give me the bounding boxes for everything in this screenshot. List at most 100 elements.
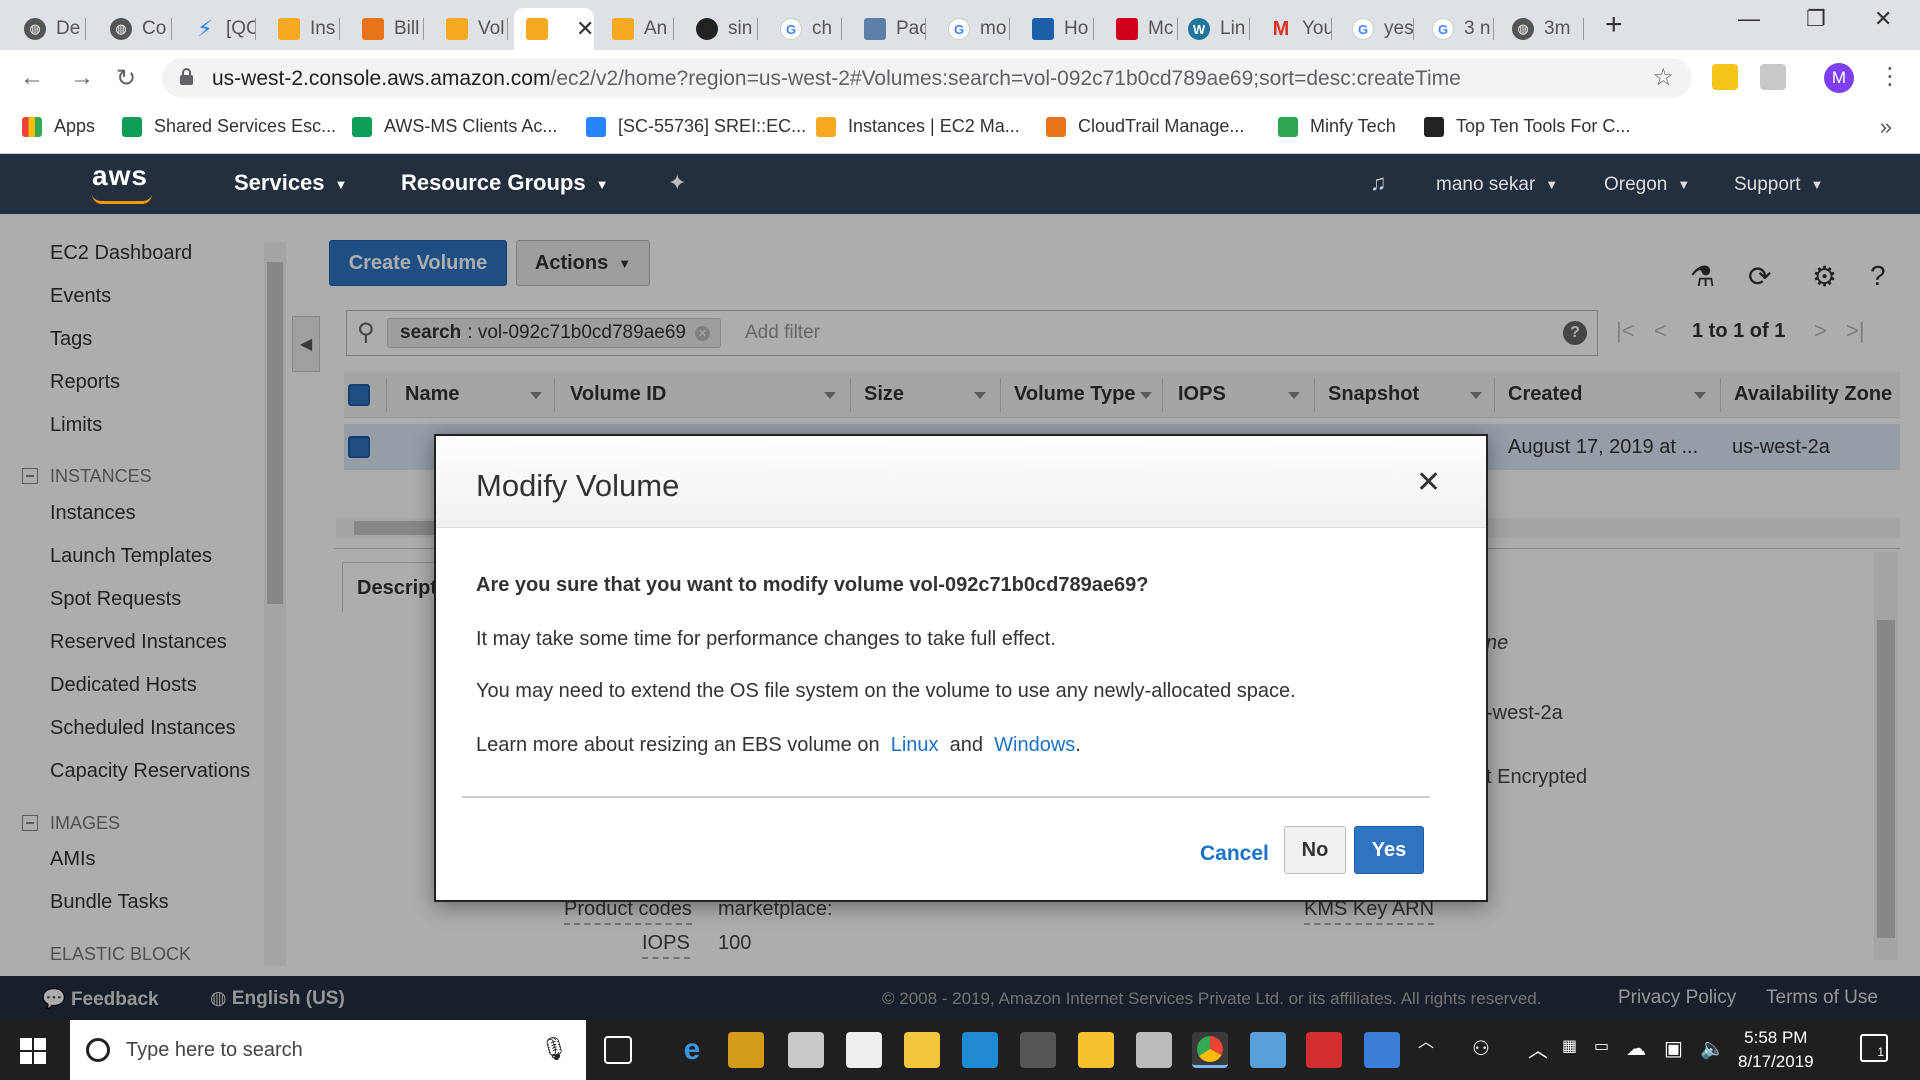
bookmark-item[interactable]: CloudTrail Manage... xyxy=(1046,116,1244,137)
browser-tab[interactable]: An xyxy=(600,8,674,50)
bookmark-item[interactable]: Minfy Tech xyxy=(1278,116,1396,137)
bell-icon[interactable]: ♫ xyxy=(1370,170,1387,196)
close-icon[interactable]: ✕ xyxy=(1416,468,1441,498)
taskbar-clock[interactable]: 5:58 PM 8/17/2019 xyxy=(1738,1026,1814,1074)
browser-tab[interactable]: G3 n xyxy=(1420,8,1494,50)
browser-tab[interactable]: W Lin xyxy=(1176,8,1250,50)
task-view-icon[interactable] xyxy=(604,1036,632,1064)
forward-icon[interactable]: → xyxy=(70,64,94,92)
url-text[interactable]: us-west-2.console.aws.amazon.com/ec2/v2/… xyxy=(212,67,1461,91)
chrome-icon[interactable] xyxy=(1192,1032,1228,1068)
lock-icon xyxy=(180,68,193,85)
taskbar-app-icon[interactable] xyxy=(1250,1032,1286,1068)
google-icon: G xyxy=(780,18,802,40)
browser-tab[interactable]: ⚡ [QC xyxy=(182,8,256,50)
notification-center-icon[interactable]: 1 xyxy=(1860,1034,1888,1062)
browser-toolbar: ← → ↻ us-west-2.console.aws.amazon.com/e… xyxy=(0,50,1920,106)
close-tab-icon[interactable]: ✕ xyxy=(576,16,594,42)
browser-tab[interactable]: Pac xyxy=(852,8,926,50)
store-icon[interactable] xyxy=(1020,1032,1056,1068)
taskbar-app-icon[interactable] xyxy=(728,1032,764,1068)
bookmark-item[interactable]: [SC-55736] SREI::EC... xyxy=(586,116,806,137)
reload-icon[interactable]: ↻ xyxy=(116,64,136,93)
wordpress-icon: W xyxy=(1188,18,1210,40)
taskbar-search-input[interactable]: Type here to search 🎙 xyxy=(70,1020,586,1080)
taskbar-app-icon[interactable] xyxy=(1078,1032,1114,1068)
browser-tab[interactable]: ◍ Co xyxy=(98,8,172,50)
volume-icon[interactable]: 🔈 xyxy=(1700,1036,1725,1061)
mail-icon[interactable] xyxy=(846,1032,882,1068)
tray-app-icon[interactable]: ▦ xyxy=(1562,1036,1577,1056)
edge-icon[interactable]: e xyxy=(674,1032,710,1068)
show-hidden-icons[interactable]: ︿ xyxy=(1528,1034,1548,1063)
acrobat-icon[interactable] xyxy=(1306,1032,1342,1068)
file-explorer-icon[interactable] xyxy=(904,1032,940,1068)
browser-tab[interactable]: Vol xyxy=(434,8,508,50)
window-close-icon[interactable]: ✕ xyxy=(1874,6,1892,32)
pdf-extension-icon[interactable] xyxy=(1760,64,1786,90)
restore-icon[interactable]: ❐ xyxy=(1806,6,1826,32)
bookmark-item[interactable]: AWS-MS Clients Ac... xyxy=(352,116,557,137)
windows-link[interactable]: Windows xyxy=(994,734,1075,756)
network-icon[interactable]: ▣ xyxy=(1664,1036,1683,1061)
profile-avatar[interactable]: M xyxy=(1824,63,1854,93)
services-menu[interactable]: Services ▼ xyxy=(234,170,347,196)
people-icon[interactable]: ⚇ xyxy=(1472,1036,1490,1061)
chevron-down-icon: ▼ xyxy=(595,176,609,192)
no-button[interactable]: No xyxy=(1284,826,1346,874)
browser-tab[interactable]: Gmo xyxy=(936,8,1010,50)
bookmark-item[interactable]: Top Ten Tools For C... xyxy=(1424,116,1630,137)
scroll-up-icon[interactable]: ︿ xyxy=(1418,1028,1434,1052)
gmail-icon: M xyxy=(1272,17,1290,40)
browser-menu-icon[interactable]: ⋮ xyxy=(1878,62,1902,91)
browser-tab-active[interactable]: ✕ xyxy=(514,8,594,50)
app-icon xyxy=(1032,18,1054,40)
support-menu[interactable]: Support ▼ xyxy=(1734,174,1823,196)
bookmarks-overflow-icon[interactable]: » xyxy=(1880,114,1892,140)
aws-cube-icon xyxy=(526,18,548,40)
extension-icon[interactable] xyxy=(1712,64,1738,90)
browser-tab[interactable]: ◍ De xyxy=(12,8,86,50)
windows-start-icon[interactable] xyxy=(20,1038,46,1064)
modal-backdrop[interactable] xyxy=(0,976,1920,1020)
bookmark-item[interactable]: Instances | EC2 Ma... xyxy=(816,116,1020,137)
vscode-icon[interactable] xyxy=(962,1032,998,1068)
browser-tab[interactable]: Bill xyxy=(350,8,424,50)
back-icon[interactable]: ← xyxy=(20,64,44,92)
browser-tab[interactable]: Gyes xyxy=(1340,8,1414,50)
user-menu[interactable]: mano sekar ▼ xyxy=(1436,174,1558,196)
bookmark-star-icon[interactable]: ☆ xyxy=(1652,63,1674,92)
globe-icon: ◍ xyxy=(1512,18,1534,40)
aws-logo[interactable]: aws xyxy=(92,160,148,192)
pin-icon[interactable]: ✦ xyxy=(668,170,686,196)
bookmark-apps[interactable]: Apps xyxy=(22,116,95,137)
aws-smile-icon xyxy=(92,194,152,204)
battery-icon[interactable]: ▭ xyxy=(1594,1036,1609,1056)
onedrive-icon[interactable]: ☁ xyxy=(1626,1036,1646,1061)
new-tab-button[interactable]: + xyxy=(1605,8,1623,42)
browser-tab[interactable]: Ins xyxy=(266,8,340,50)
aws-cube-icon xyxy=(446,18,468,40)
taskbar-app-icon[interactable] xyxy=(1364,1032,1400,1068)
dialog-title: Modify Volume xyxy=(476,468,680,503)
linux-link[interactable]: Linux xyxy=(891,734,939,756)
bookmark-item[interactable]: Shared Services Esc... xyxy=(122,116,336,137)
browser-tab[interactable]: sin xyxy=(684,8,758,50)
browser-tab[interactable]: ◍ 3m xyxy=(1500,8,1584,50)
browser-tab[interactable]: Gch xyxy=(768,8,842,50)
minfy-icon xyxy=(1278,116,1298,137)
app-icon xyxy=(1116,18,1138,40)
taskbar-app-icon[interactable] xyxy=(788,1032,824,1068)
browser-tab[interactable]: Ho xyxy=(1020,8,1094,50)
browser-tab[interactable]: M You xyxy=(1258,8,1332,50)
browser-tab[interactable]: Mc xyxy=(1104,8,1178,50)
taskbar-app-icon[interactable] xyxy=(1136,1032,1172,1068)
browser-tab-strip: ◍ De ◍ Co ⚡ [QC Ins Bill Vol ✕ An sin Gch P… xyxy=(0,0,1920,50)
minimize-icon[interactable]: — xyxy=(1738,6,1760,32)
microphone-icon[interactable]: 🎙 xyxy=(540,1036,568,1062)
address-bar[interactable]: us-west-2.console.aws.amazon.com/ec2/v2/… xyxy=(162,58,1692,98)
resource-groups-menu[interactable]: Resource Groups ▼ xyxy=(401,170,608,196)
cancel-button[interactable]: Cancel xyxy=(1200,842,1269,866)
region-menu[interactable]: Oregon ▼ xyxy=(1604,174,1690,196)
yes-button[interactable]: Yes xyxy=(1354,826,1424,874)
